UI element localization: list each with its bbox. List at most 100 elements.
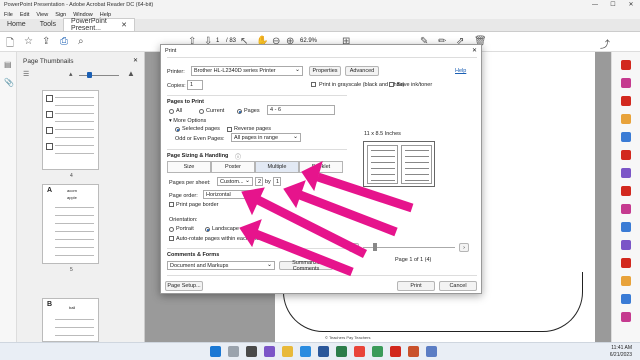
size-button[interactable]: Size — [167, 161, 211, 173]
print-icon[interactable]: ⎙ — [60, 36, 68, 47]
thumbnail-slider-handle[interactable] — [87, 72, 92, 78]
save-ink-checkbox[interactable] — [389, 82, 394, 87]
thumbnail-size-slider[interactable] — [79, 75, 119, 76]
protect-icon[interactable] — [621, 204, 631, 214]
thumbnail-zoom-out-icon[interactable]: ▴ — [69, 70, 73, 78]
page-thumbnail-4[interactable] — [42, 90, 99, 170]
task-view-icon[interactable] — [246, 346, 257, 357]
copies-input[interactable]: 1 — [187, 80, 203, 90]
close-panel-icon[interactable]: ✕ — [133, 57, 138, 64]
minimize-button[interactable]: — — [586, 0, 604, 10]
selected-pages-radio[interactable] — [175, 127, 180, 132]
dialog-close-button[interactable]: ✕ — [472, 47, 477, 54]
upload-icon[interactable]: ⇪ — [42, 36, 50, 47]
page-setup-button[interactable]: Page Setup... — [165, 281, 203, 291]
reverse-pages-checkbox[interactable] — [227, 127, 232, 132]
tab-document[interactable]: PowerPoint Present... ✕ — [63, 18, 136, 32]
stamp-icon[interactable] — [621, 276, 631, 286]
more-tools-icon[interactable] — [621, 312, 631, 322]
store-icon[interactable] — [336, 346, 347, 357]
summarize-comments-button[interactable]: Summarize Comments — [279, 260, 333, 272]
tab-home[interactable]: Home — [0, 18, 33, 31]
close-window-button[interactable]: ✕ — [622, 0, 640, 10]
menu-sign[interactable]: Sign — [55, 12, 66, 18]
organize-pages-icon[interactable] — [621, 150, 631, 160]
chat-icon[interactable] — [264, 346, 275, 357]
edge-icon[interactable] — [300, 346, 311, 357]
help-link[interactable]: Help — [455, 68, 466, 74]
send-review-icon[interactable] — [621, 222, 631, 232]
comment-tool-icon[interactable] — [621, 114, 631, 124]
advanced-button[interactable]: Advanced — [345, 66, 379, 76]
request-signature-icon[interactable] — [621, 240, 631, 250]
measure-icon[interactable] — [621, 294, 631, 304]
tab-tools[interactable]: Tools — [33, 18, 63, 31]
odd-even-label: Odd or Even Pages: — [175, 136, 225, 142]
landscape-radio[interactable] — [205, 227, 210, 232]
thumbnail-options-icon[interactable]: ☰ — [23, 70, 29, 78]
powerpoint-icon[interactable] — [408, 346, 419, 357]
chrome-icon[interactable] — [354, 346, 365, 357]
share-link-icon[interactable]: ⤴ — [600, 36, 610, 51]
acrobat-icon[interactable] — [390, 346, 401, 357]
poster-button[interactable]: Poster — [211, 161, 255, 173]
tab-close-icon[interactable]: ✕ — [121, 21, 127, 29]
start-icon[interactable] — [210, 346, 221, 357]
print-button[interactable]: Print — [397, 281, 435, 291]
word-icon[interactable] — [318, 346, 329, 357]
file-explorer-icon[interactable] — [282, 346, 293, 357]
save-ink-label: Save ink/toner — [397, 82, 433, 88]
menu-edit[interactable]: Edit — [20, 12, 29, 18]
combine-files-icon[interactable] — [621, 132, 631, 142]
export-pdf-icon[interactable] — [621, 60, 631, 70]
pages-range-input[interactable]: 4 - 6 — [267, 105, 335, 115]
printer-select[interactable]: Brother HL-L2340D series Printer — [191, 66, 303, 76]
compress-icon[interactable] — [621, 258, 631, 268]
preview-next-button[interactable]: › — [459, 243, 469, 252]
create-icon[interactable]: 🗋 — [6, 36, 14, 53]
edit-pdf-icon[interactable] — [621, 96, 631, 106]
preview-slider-handle[interactable] — [373, 243, 377, 251]
more-options-toggle[interactable]: ▾ More Options — [169, 118, 206, 124]
clock[interactable]: 11:41 AM 6/21/2023 — [610, 345, 632, 359]
search-taskbar-icon[interactable] — [228, 346, 239, 357]
grayscale-checkbox[interactable] — [311, 82, 316, 87]
search-icon[interactable]: ⌕ — [78, 36, 84, 47]
all-pages-radio[interactable] — [169, 109, 174, 114]
properties-button[interactable]: Properties — [309, 66, 341, 76]
preview-prev-button[interactable]: ‹ — [349, 243, 359, 252]
page-thumbnail-5[interactable]: A acorn apple — [42, 184, 99, 264]
thumbnail-zoom-in-icon[interactable]: ▲ — [127, 69, 135, 78]
reverse-pages-label: Reverse pages — [234, 126, 271, 132]
fill-sign-icon[interactable] — [621, 168, 631, 178]
menu-file[interactable]: File — [4, 12, 13, 18]
maximize-button[interactable]: ☐ — [604, 0, 622, 10]
menu-view[interactable]: View — [36, 12, 48, 18]
bookmark-star-icon[interactable]: ☆ — [24, 36, 33, 47]
comments-select[interactable]: Document and Markups — [167, 261, 275, 270]
multiple-button[interactable]: Multiple — [255, 161, 299, 173]
attachment-icon[interactable]: 📎 — [4, 78, 14, 87]
menu-window[interactable]: Window — [73, 12, 93, 18]
page-thumbnails-icon[interactable]: ▤ — [4, 60, 12, 69]
create-pdf-icon[interactable] — [621, 78, 631, 88]
menu-help[interactable]: Help — [100, 12, 111, 18]
pages-per-sheet-columns-input[interactable]: 2 — [255, 177, 263, 186]
pages-per-sheet-rows-input[interactable]: 1 — [273, 177, 281, 186]
excel-icon[interactable] — [372, 346, 383, 357]
pages-per-sheet-select[interactable]: Custom... — [217, 177, 253, 186]
auto-rotate-checkbox[interactable] — [169, 236, 174, 241]
print-border-checkbox[interactable] — [169, 202, 174, 207]
copies-label: Copies: — [167, 83, 186, 89]
teams-icon[interactable] — [426, 346, 437, 357]
current-page-radio[interactable] — [199, 109, 204, 114]
odd-even-select[interactable]: All pages in range — [231, 133, 301, 142]
page-order-select[interactable]: Horizontal — [203, 190, 255, 199]
cancel-button[interactable]: Cancel — [439, 281, 477, 291]
pages-radio[interactable] — [237, 109, 242, 114]
booklet-button[interactable]: Booklet — [299, 161, 343, 173]
thumb-word-apple: apple — [67, 195, 77, 200]
scan-ocr-icon[interactable] — [621, 186, 631, 196]
portrait-radio[interactable] — [169, 227, 174, 232]
page-thumbnail-6[interactable]: B ball — [42, 298, 99, 342]
